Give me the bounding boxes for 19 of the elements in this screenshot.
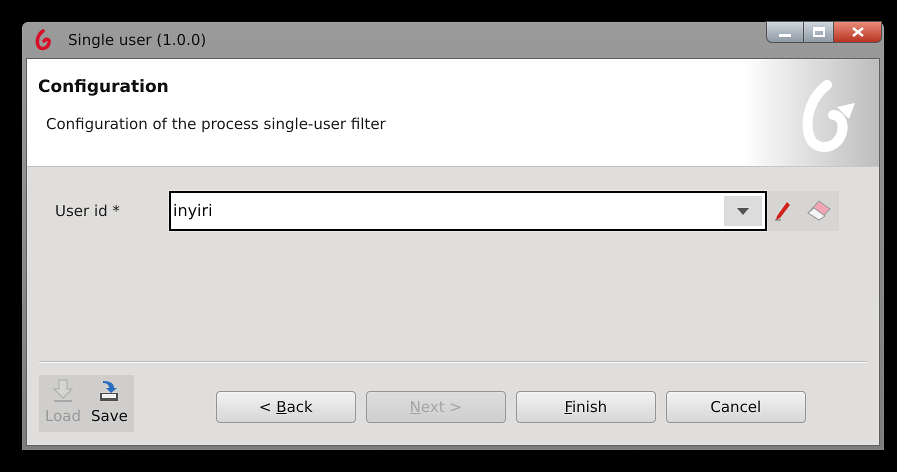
close-button[interactable] <box>834 21 882 43</box>
save-button[interactable]: Save <box>90 379 128 428</box>
eraser-icon[interactable] <box>805 200 831 222</box>
field-label: User id * <box>55 200 121 222</box>
download-arrow-icon <box>52 379 74 403</box>
close-icon <box>852 27 864 37</box>
maximize-icon <box>812 27 824 37</box>
minimize-icon <box>779 34 791 36</box>
user-id-combobox[interactable]: inyiri <box>169 191 767 231</box>
cancel-button[interactable]: Cancel <box>666 391 806 423</box>
back-button[interactable]: < Back <box>216 391 356 423</box>
finish-button[interactable]: Finish <box>516 391 656 423</box>
window-title: Single user (1.0.0) <box>68 30 206 51</box>
minimize-button[interactable] <box>766 21 804 43</box>
page-description: Configuration of the process single-user filter <box>46 114 386 134</box>
page-title: Configuration <box>38 76 170 99</box>
app-logo-icon <box>34 29 54 51</box>
maximize-button[interactable] <box>804 21 834 43</box>
pencil-icon[interactable] <box>775 201 791 221</box>
